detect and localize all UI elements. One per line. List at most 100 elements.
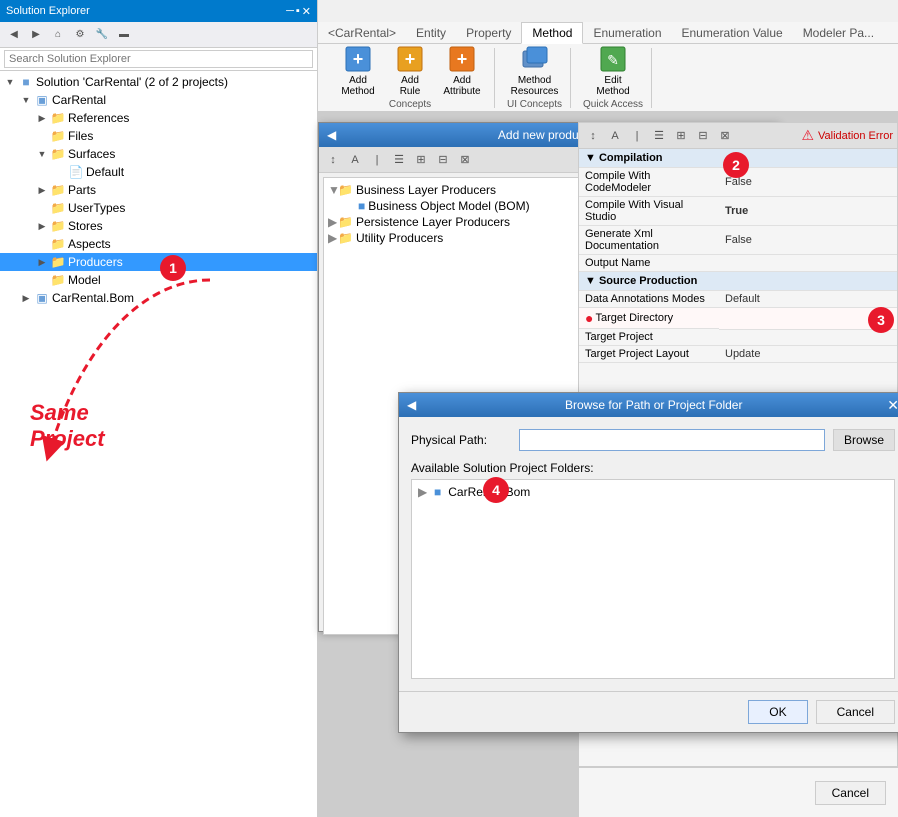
utility-icon: 📁 — [338, 231, 353, 245]
ribbon-tab-carrental[interactable]: <CarRental> — [318, 22, 406, 44]
model-icon: 📁 — [50, 272, 66, 288]
dlg-sep1: | — [367, 150, 387, 170]
tree-item-solution[interactable]: ▼ ■ Solution 'CarRental' (2 of 2 project… — [0, 73, 317, 91]
props-list-btn[interactable]: ☰ — [649, 126, 669, 146]
props-cancel-btn[interactable]: Cancel — [815, 781, 886, 805]
prop-row-generate-xml[interactable]: Generate Xml Documentation False — [579, 226, 897, 255]
add-method-label: AddMethod — [341, 75, 374, 97]
browse-button[interactable]: Browse — [833, 429, 895, 451]
props-sep: | — [627, 126, 647, 146]
edit-method-btn[interactable]: ✎ EditMethod — [589, 45, 637, 95]
prop-name-compile-vs: Compile With Visual Studio — [579, 197, 719, 226]
edit-method-label: EditMethod — [596, 75, 629, 97]
props-filter-btn[interactable]: ⊟ — [693, 126, 713, 146]
ribbon-group-quick-access: ✎ EditMethod Quick Access — [575, 48, 652, 108]
se-settings-btn[interactable]: ⚙ — [70, 25, 90, 45]
cancel-btn-container: Cancel — [578, 767, 898, 817]
props-sort-btn[interactable]: ↕ — [583, 126, 603, 146]
ribbon-content: + AddMethod + AddRule + — [318, 44, 898, 112]
prop-row-compile-codemodeler[interactable]: Compile With CodeModeler False — [579, 168, 897, 197]
producers-label: Producers — [68, 255, 123, 269]
tree-item-carrental-bom[interactable]: ▶ ▣ CarRental.Bom — [0, 289, 317, 307]
usertypes-label: UserTypes — [68, 201, 125, 215]
prop-row-target-proj-layout[interactable]: Target Project Layout Update — [579, 346, 897, 363]
tree-item-references[interactable]: ▶ 📁 References — [0, 109, 317, 127]
dlg-list-btn[interactable]: ☰ — [389, 150, 409, 170]
se-expand-icon[interactable]: ▪ — [296, 5, 300, 18]
browse-path-input[interactable] — [519, 429, 825, 451]
ui-concepts-label: UI Concepts — [507, 99, 562, 110]
dlg-alpha-btn[interactable]: A — [345, 150, 365, 170]
business-layer-label: Business Layer Producers — [356, 183, 496, 197]
ribbon-tab-enumeration-value[interactable]: Enumeration Value — [672, 22, 793, 44]
tree-item-model[interactable]: ▶ 📁 Model — [0, 271, 317, 289]
dlg-sort-btn[interactable]: ↕ — [323, 150, 343, 170]
browse-dialog: ◀ Browse for Path or Project Folder ✕ Ph… — [398, 392, 898, 733]
se-back-btn[interactable]: ◀ — [4, 25, 24, 45]
dlg-large-btn[interactable]: ⊟ — [433, 150, 453, 170]
prop-row-target-dir[interactable]: ● Target Directory — [579, 308, 897, 330]
props-extra-btn[interactable]: ⊠ — [715, 126, 735, 146]
validation-error-text: Validation Error — [818, 130, 893, 142]
se-close-icon[interactable]: ✕ — [302, 5, 311, 18]
method-resources-btn[interactable]: MethodResources — [511, 45, 559, 95]
props-grid-btn[interactable]: ⊞ — [671, 126, 691, 146]
add-attribute-btn[interactable]: + AddAttribute — [438, 45, 486, 95]
producers-icon: 📁 — [50, 254, 66, 270]
tree-item-files[interactable]: ▶ 📁 Files — [0, 127, 317, 145]
svg-text:+: + — [353, 49, 364, 69]
se-forward-btn[interactable]: ▶ — [26, 25, 46, 45]
stores-expander: ▶ — [34, 218, 50, 234]
add-method-btn[interactable]: + AddMethod — [334, 45, 382, 95]
ribbon-tab-entity[interactable]: Entity — [406, 22, 456, 44]
se-tools-btn[interactable]: 🔧 — [92, 25, 112, 45]
tree-item-surfaces[interactable]: ▼ 📁 Surfaces — [0, 145, 317, 163]
tree-item-stores[interactable]: ▶ 📁 Stores — [0, 217, 317, 235]
se-pin-icon[interactable]: ─ — [286, 5, 294, 18]
prop-row-compile-vs[interactable]: Compile With Visual Studio True — [579, 197, 897, 226]
method-resources-label: MethodResources — [511, 75, 559, 97]
props-alpha-btn[interactable]: A — [605, 126, 625, 146]
ribbon-group-ui-concepts: MethodResources UI Concepts — [499, 48, 571, 108]
browse-close-btn[interactable]: ✕ — [887, 397, 898, 414]
dlg-detail-btn[interactable]: ⊞ — [411, 150, 431, 170]
se-toolbar: ◀ ▶ ⌂ ⚙ 🔧 ▬ — [0, 22, 317, 48]
tree-item-parts[interactable]: ▶ 📁 Parts — [0, 181, 317, 199]
ribbon-tab-modeler-pa[interactable]: Modeler Pa... — [793, 22, 884, 44]
tree-item-producers[interactable]: ▶ 📁 Producers — [0, 253, 317, 271]
bom-folder-icon: ■ — [434, 485, 441, 499]
ribbon-tab-method[interactable]: Method — [521, 22, 583, 44]
tree-item-default[interactable]: ▶ 📄 Default — [0, 163, 317, 181]
se-home-btn[interactable]: ⌂ — [48, 25, 68, 45]
browse-ok-btn[interactable]: OK — [748, 700, 807, 724]
stores-label: Stores — [68, 219, 103, 233]
carrental-expander: ▼ — [18, 92, 34, 108]
source-expand: ▼ — [585, 275, 596, 287]
dlg-extra-btn[interactable]: ⊠ — [455, 150, 475, 170]
parts-expander: ▶ — [34, 182, 50, 198]
se-search-input[interactable] — [4, 50, 313, 68]
browse-path-row: Physical Path: Browse — [411, 429, 895, 451]
tree-item-usertypes[interactable]: ▶ 📁 UserTypes — [0, 199, 317, 217]
browse-folder-item-bom[interactable]: ▶ ■ CarRental.Bom — [416, 484, 890, 500]
tree-item-aspects[interactable]: ▶ 📁 Aspects — [0, 235, 317, 253]
validation-error-icon: ⚠ — [801, 127, 814, 144]
tree-item-carrental[interactable]: ▼ ▣ CarRental — [0, 91, 317, 109]
se-tree: ▼ ■ Solution 'CarRental' (2 of 2 project… — [0, 71, 317, 817]
ribbon-tab-enumeration[interactable]: Enumeration — [583, 22, 671, 44]
add-rule-btn[interactable]: + AddRule — [386, 45, 434, 95]
solution-expander: ▼ — [2, 74, 18, 90]
prop-name-data-ann: Data Annotations Modes — [579, 291, 719, 308]
add-rule-label: AddRule — [400, 75, 421, 97]
se-minus-btn[interactable]: ▬ — [114, 25, 134, 45]
ribbon-tab-property[interactable]: Property — [456, 22, 521, 44]
prop-row-output-name[interactable]: Output Name — [579, 255, 897, 272]
bom-label: CarRental.Bom — [52, 291, 134, 305]
prop-row-data-annotations[interactable]: Data Annotations Modes Default — [579, 291, 897, 308]
svg-text:+: + — [405, 49, 416, 69]
carrental-label: CarRental — [52, 93, 106, 107]
prop-row-target-project[interactable]: Target Project — [579, 329, 897, 346]
default-label: Default — [86, 165, 124, 179]
references-expander: ▶ — [34, 110, 50, 126]
browse-cancel-btn[interactable]: Cancel — [816, 700, 895, 724]
